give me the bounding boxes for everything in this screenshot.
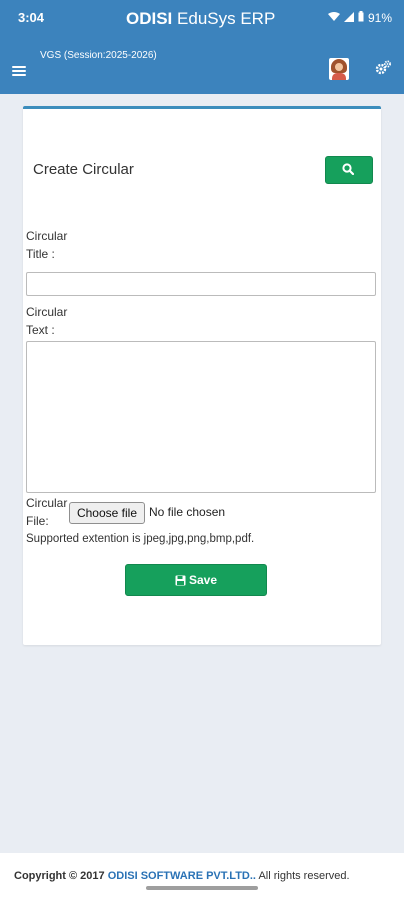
battery-level: 91% [367, 11, 392, 25]
choose-file-button[interactable]: Choose file [69, 502, 145, 524]
supported-extensions-note: Supported extention is jpeg,jpg,png,bmp,… [26, 533, 255, 545]
session-label: VGS (Session:2025-2026) [40, 50, 157, 61]
create-circular-card: Create Circular Circular Title : Circula… [23, 106, 381, 645]
rights-text: All rights reserved. [256, 870, 350, 882]
status-time: 3:04 [18, 10, 45, 25]
battery-icon [358, 11, 364, 25]
status-icons: 91% [327, 11, 392, 25]
app-brand: ODISI EduSys ERP [126, 9, 275, 29]
circular-text-label-line2: Text : [26, 323, 55, 337]
signal-icon [343, 11, 354, 25]
home-indicator[interactable] [146, 886, 258, 890]
copyright-prefix: Copyright © 2017 [14, 870, 108, 882]
floppy-disk-icon [175, 575, 186, 585]
company-link[interactable]: ODISI SOFTWARE PVT.LTD.. [108, 870, 256, 882]
avatar[interactable] [329, 58, 349, 80]
circular-text-label-line1: Circular [26, 305, 68, 319]
file-status: No file chosen [149, 505, 226, 519]
wifi-icon [327, 11, 340, 25]
brand-bold: ODISI [126, 9, 173, 28]
circular-title-label-line2: Title : [26, 247, 55, 261]
save-label: Save [188, 573, 218, 587]
search-button[interactable] [325, 156, 373, 184]
circular-text-label: Circular Text : [26, 303, 86, 339]
brand-rest: EduSys ERP [172, 9, 276, 28]
circular-title-input[interactable] [26, 272, 376, 296]
save-button[interactable]: Save [125, 564, 267, 596]
circular-text-area[interactable] [26, 341, 376, 493]
page-title: Create Circular [33, 161, 134, 178]
search-icon [342, 163, 354, 175]
app-header: 3:04 91% ODISI EduSys ERP VGS (Session:2… [0, 0, 404, 94]
menu-icon[interactable] [12, 66, 26, 76]
circular-title-label-line1: Circular [26, 229, 68, 243]
circular-title-label: Circular Title : [26, 227, 86, 263]
footer: Copyright © 2017 ODISI SOFTWARE PVT.LTD.… [0, 853, 404, 900]
copyright-text: Copyright © 2017 ODISI SOFTWARE PVT.LTD.… [14, 870, 350, 882]
gears-icon[interactable] [374, 60, 392, 76]
